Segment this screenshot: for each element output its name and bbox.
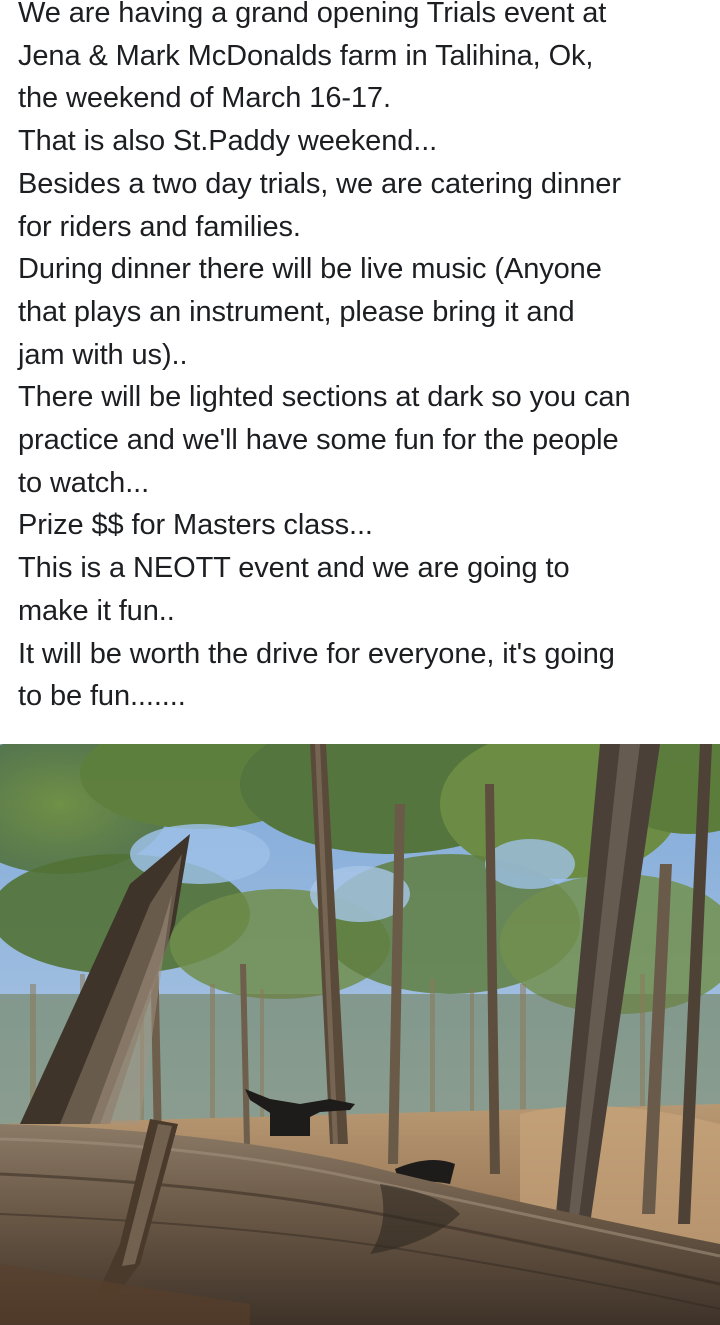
post-line: Jena & Mark McDonalds farm in Talihina, … [18, 39, 594, 72]
post-line: It will be worth the drive for everyone,… [18, 637, 615, 670]
post-line: that plays an instrument, please bring i… [18, 295, 575, 328]
post-text: We are having a grand opening Trials eve… [18, 0, 718, 718]
post-line: to watch... [18, 466, 150, 499]
forest-scene-image [0, 744, 720, 1325]
post-line: During dinner there will be live music (… [18, 253, 602, 286]
post-line: This is a NEOTT event and we are going t… [18, 552, 570, 585]
post-line: We are having a grand opening Trials eve… [18, 0, 607, 29]
post-line: Besides a two day trials, we are caterin… [18, 167, 621, 200]
post-line: to be fun....... [18, 680, 186, 713]
post-line: jam with us).. [18, 338, 188, 371]
post-photo[interactable] [0, 744, 720, 1325]
post-line: for riders and families. [18, 210, 301, 243]
post-line: make it fun.. [18, 594, 175, 627]
post-line: the weekend of March 16-17. [18, 82, 391, 115]
post-line: Prize $$ for Masters class... [18, 509, 373, 542]
post-line: There will be lighted sections at dark s… [18, 381, 631, 414]
post-line: That is also St.Paddy weekend... [18, 125, 438, 158]
post-line: practice and we'll have some fun for the… [18, 424, 619, 457]
